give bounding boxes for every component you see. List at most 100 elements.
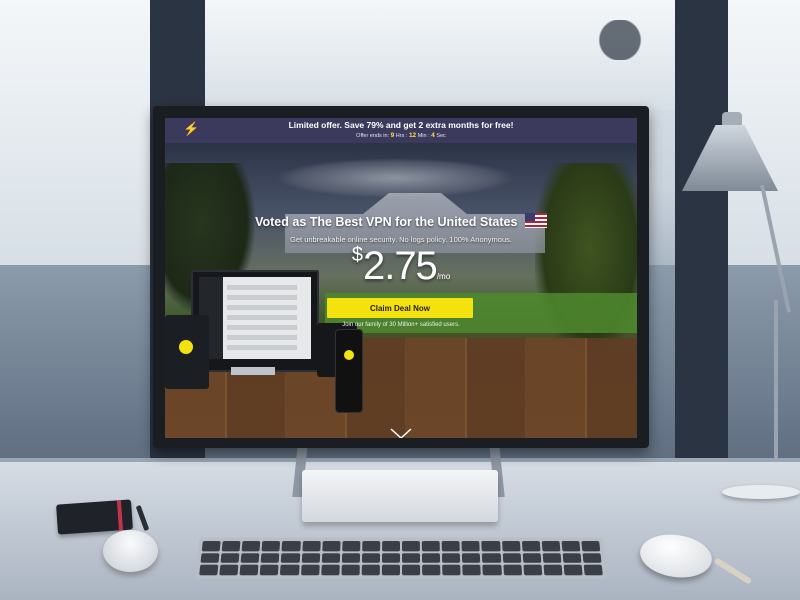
window-frame (675, 0, 728, 470)
keyboard-key (321, 552, 340, 564)
server-row (227, 315, 297, 320)
keyboard-key (200, 552, 220, 564)
server-row (227, 305, 297, 310)
countdown-minutes: 12 (408, 132, 417, 139)
lamp-base (722, 485, 800, 499)
keyboard-key (301, 541, 321, 552)
keyboard-key (241, 541, 261, 552)
keyboard-key (543, 564, 563, 576)
keyboard-key (422, 552, 441, 564)
keyboard-key (199, 564, 219, 576)
server-row (227, 335, 297, 340)
hero-subtitle: Get unbreakable online security. No logs… (290, 235, 512, 244)
hero-title: Voted as The Best VPN for the United Sta… (165, 213, 637, 229)
keyboard-key (321, 541, 341, 552)
keyboard-key (281, 541, 301, 552)
keyboard-key (320, 564, 340, 576)
keyboard-key (421, 541, 441, 552)
keyboard-key (462, 564, 482, 576)
price: $2.75/mo (165, 244, 637, 289)
keyboard-key (542, 552, 562, 564)
keyboard-key (401, 552, 421, 564)
server-row (227, 295, 297, 300)
app-screenshot (199, 277, 311, 359)
countdown-seconds: 4 (431, 132, 435, 139)
keyboard-key (563, 564, 583, 576)
keyboard-key (562, 552, 582, 564)
users-count-text: Join our family of 30 Million+ satisfied… (342, 322, 460, 328)
keyboard-key (381, 564, 400, 576)
tree-silhouette (590, 20, 650, 60)
keyboard-key (522, 552, 542, 564)
server-row (227, 345, 297, 350)
keyboard-key (482, 564, 502, 576)
keyboard-key (341, 541, 361, 552)
promo-title: Limited offer. Save 79% and get 2 extra … (288, 120, 514, 130)
keyboard-key (341, 552, 360, 564)
keyboard-key (240, 552, 260, 564)
keyboard-key (301, 552, 320, 564)
notebook-band (116, 500, 123, 531)
keyboard-key (442, 564, 461, 576)
keyboard-key (581, 541, 601, 552)
promo-bar: ⚡ Limited offer. Save 79% and get 2 extr… (165, 118, 637, 143)
screen: ⚡ Limited offer. Save 79% and get 2 extr… (165, 118, 637, 438)
hero-title-text: Voted as The Best VPN for the United Sta… (255, 215, 518, 229)
price-currency: $ (351, 244, 363, 266)
keyboard-key (221, 541, 241, 552)
keyboard (194, 537, 608, 580)
device-phone-image (335, 329, 363, 413)
device-desktop-stand (231, 367, 275, 375)
keyboard-key (521, 541, 541, 552)
keyboard-key (281, 552, 300, 564)
monitor-stand-base (302, 470, 498, 522)
countdown: Offer ends in: 9 Hrs : 12 Min : 4 Sec (356, 132, 446, 139)
countdown-hours-label: Hrs (395, 133, 405, 139)
countdown-prefix: Offer ends in: (356, 133, 390, 139)
window-pane (0, 0, 150, 265)
keyboard-key (259, 564, 279, 576)
keyboard-key (361, 541, 381, 552)
keyboard-key (341, 564, 360, 576)
keyboard-key (402, 564, 421, 576)
keyboard-key (502, 552, 521, 564)
speaker-puck (103, 530, 158, 572)
keyboard-key (401, 541, 421, 552)
lightning-icon: ⚡ (183, 121, 200, 136)
us-flag-icon (524, 213, 547, 228)
price-period: /mo (436, 272, 451, 281)
keyboard-key (261, 541, 281, 552)
keyboard-key (260, 552, 280, 564)
price-amount: 2.75 (362, 244, 438, 288)
hero-section: Voted as The Best VPN for the United Sta… (165, 143, 637, 438)
keyboard-key (462, 552, 481, 564)
keyboard-key (582, 552, 602, 564)
keyboard-key (280, 564, 300, 576)
keyboard-key (219, 564, 239, 576)
keyboard-key (422, 564, 441, 576)
keyboard-key (442, 552, 461, 564)
keyboard-key (461, 541, 481, 552)
countdown-minutes-label: Min (417, 133, 427, 139)
monitor: ⚡ Limited offer. Save 79% and get 2 extr… (153, 106, 649, 448)
keyboard-key (381, 541, 401, 552)
keyboard-key (201, 541, 221, 552)
keyboard-key (583, 564, 603, 576)
keyboard-key (501, 541, 521, 552)
app-logo-icon (179, 340, 193, 354)
countdown-hours: 9 (390, 132, 395, 139)
keyboard-key (361, 552, 380, 564)
keyboard-key (300, 564, 320, 576)
hero-sky (275, 158, 515, 198)
chevron-down-icon[interactable] (390, 428, 412, 438)
keyboard-key (482, 552, 501, 564)
keyboard-key (541, 541, 561, 552)
app-logo-icon (344, 350, 354, 360)
keyboard-key (561, 541, 581, 552)
notebook (56, 499, 133, 535)
keyboard-key (381, 552, 401, 564)
countdown-seconds-label: Sec (436, 133, 446, 139)
keyboard-key (523, 564, 542, 576)
keyboard-key (502, 564, 522, 576)
claim-deal-button[interactable]: Claim Deal Now (327, 298, 473, 318)
